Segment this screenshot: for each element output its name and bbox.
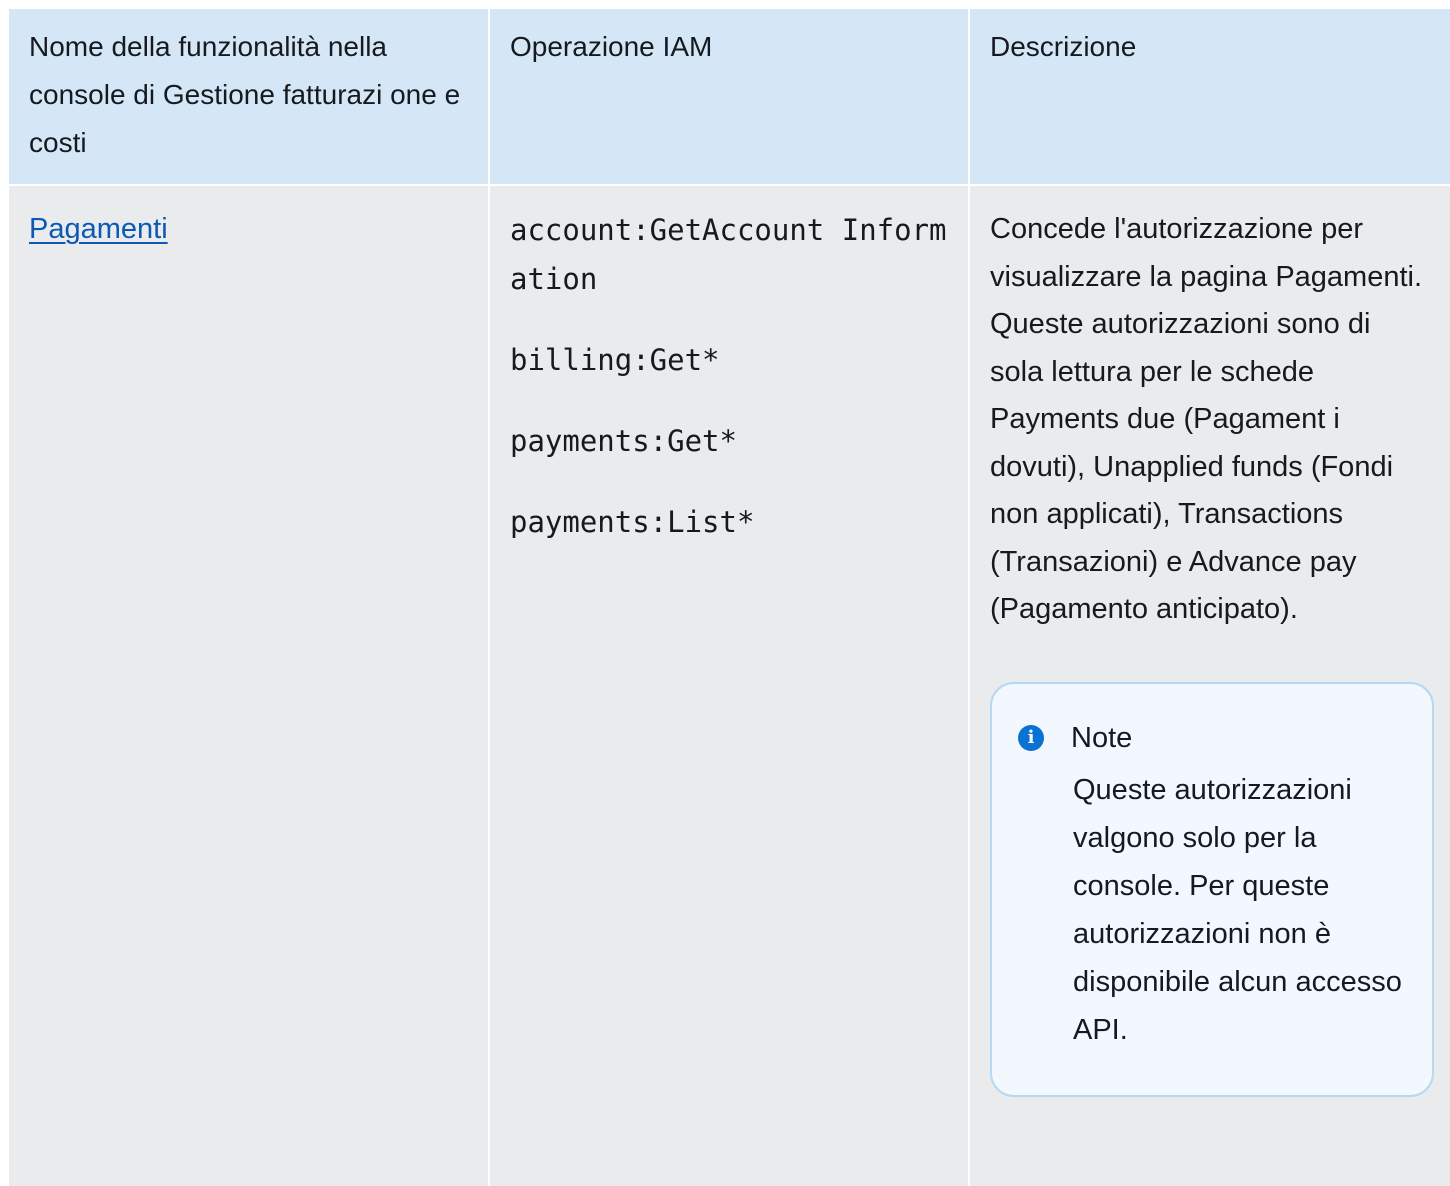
note-header: i Note xyxy=(1018,716,1408,760)
description-text: Concede l'autorizzazione per visualizzar… xyxy=(990,213,1423,625)
operations-cell: account:GetAccount Information billing:G… xyxy=(489,185,970,1186)
note-callout: i Note Queste autorizzazioni valgono sol… xyxy=(990,681,1434,1097)
header-description: Descrizione xyxy=(969,9,1450,186)
iam-operation: account:GetAccount Information xyxy=(510,213,947,296)
header-row: Nome della funzionalità nella console di… xyxy=(9,9,1450,186)
header-iam-operation: Operazione IAM xyxy=(489,9,970,186)
table-row: Pagamenti account:GetAccount Information… xyxy=(9,185,1450,1186)
header-feature-name: Nome della funzionalità nella console di… xyxy=(9,9,490,186)
feature-cell: Pagamenti xyxy=(9,185,490,1186)
feature-link-pagamenti[interactable]: Pagamenti xyxy=(29,213,168,245)
table-header: Nome della funzionalità nella console di… xyxy=(9,9,1450,186)
description-cell: Concede l'autorizzazione per visualizzar… xyxy=(969,185,1450,1186)
table-body: Pagamenti account:GetAccount Information… xyxy=(9,185,1450,1186)
iam-operation: billing:Get* xyxy=(510,343,720,377)
info-icon: i xyxy=(1018,724,1044,751)
iam-operation: payments:Get* xyxy=(510,424,737,458)
permissions-table: Nome della funzionalità nella console di… xyxy=(9,9,1450,1186)
iam-operation: payments:List* xyxy=(510,505,755,539)
note-title: Note xyxy=(1071,721,1133,754)
permissions-table-container: Nome della funzionalità nella console di… xyxy=(9,9,1450,1186)
note-body: Queste autorizzazioni valgono solo per l… xyxy=(1073,773,1402,1046)
